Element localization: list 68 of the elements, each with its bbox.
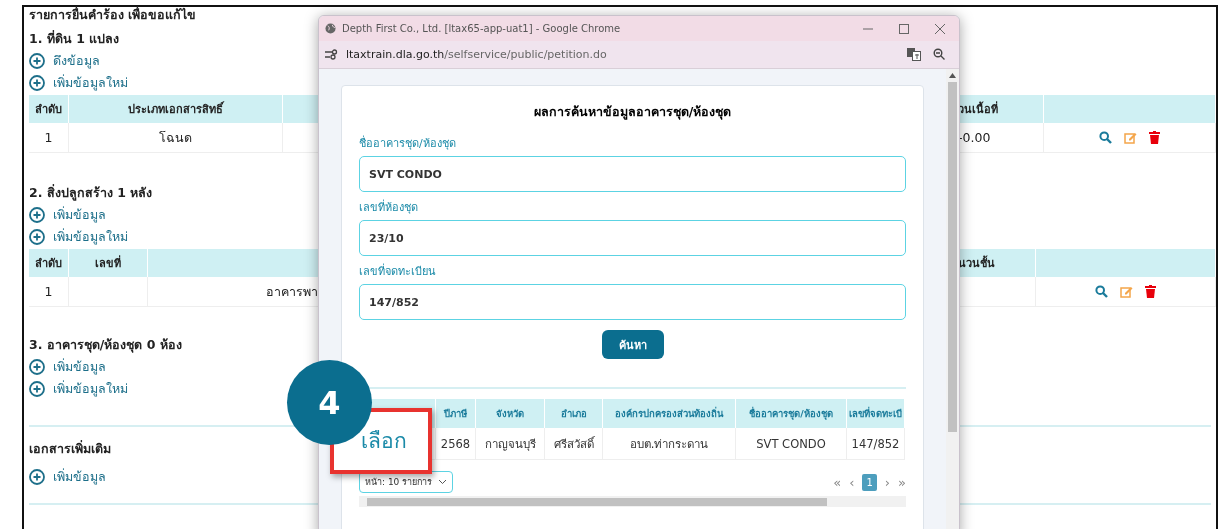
plus-circle-icon (29, 469, 45, 485)
add-link[interactable]: เพิ่มข้อมูลใหม่ (53, 381, 128, 397)
field-label: เลขที่ห้องชุด (359, 198, 418, 216)
column-header: องค์กรปกครองส่วนท้องถิ่น (603, 399, 736, 428)
globe-icon (325, 23, 336, 34)
zoom-icon[interactable] (933, 48, 945, 60)
maximize-icon[interactable] (899, 23, 909, 34)
translate-icon[interactable] (907, 48, 921, 61)
section-title: 3. อาคารชุด/ห้องชุด 0 ห้อง (29, 337, 182, 353)
add-link[interactable]: เพิ่มข้อมูลใหม่ (53, 75, 128, 91)
column-header: ประเภทเอกสารสิทธิ์ (69, 95, 283, 123)
dialog-heading: ผลการค้นหาข้อมูลอาคารชุด/ห้องชุด (532, 103, 733, 122)
plus-circle-icon (29, 75, 45, 91)
column-header: อำเภอ (545, 399, 603, 428)
add-link[interactable]: เพิ่มข้อมูล (53, 359, 106, 375)
select-link[interactable]: เลือก (361, 430, 407, 452)
table-cell: กาญจนบุรี (476, 428, 545, 460)
page-heading: รายการยื่นคำร้อง เพื่อขอแก้ไข (29, 7, 197, 23)
add-link[interactable]: เพิ่มข้อมูลใหม่ (53, 229, 128, 245)
input-field[interactable]: SVT CONDO (359, 156, 906, 192)
section-title: เอกสารเพิ่มเติม (29, 441, 111, 457)
add-link[interactable]: เพิ่มข้อมูล (53, 469, 106, 485)
next-page-link[interactable]: › (884, 474, 891, 490)
section-title: 1. ที่ดิน 1 แปลง (29, 31, 120, 47)
input-field[interactable]: 147/852 (359, 284, 906, 320)
column-header: จังหวัด (476, 399, 545, 428)
field-label: ชื่ออาคารชุด/ห้องชุด (359, 134, 456, 152)
table-cell: 1 (29, 277, 69, 307)
column-header: เลขที่จดทะเบี (847, 399, 905, 428)
vertical-scrollbar[interactable] (946, 69, 959, 529)
trash-icon[interactable] (1145, 285, 1156, 298)
plus-circle-icon (29, 207, 45, 223)
table-cell: 147/852 (847, 428, 905, 460)
search-icon[interactable] (1095, 285, 1108, 298)
table-cell: 1 (29, 123, 69, 153)
table-cell: 2568 (436, 428, 476, 460)
horizontal-scrollbar[interactable] (359, 496, 906, 507)
chevron-down-icon (438, 479, 448, 485)
add-link[interactable]: เพิ่มข้อมูล (53, 207, 106, 223)
field-label: เลขที่จดทะเบียน (359, 262, 436, 280)
plus-circle-icon (29, 53, 45, 69)
column-header: ลำดับ (29, 249, 69, 277)
site-settings-icon[interactable] (325, 49, 338, 60)
column-header: เลขที่ (69, 249, 148, 277)
table-cell: SVT CONDO (736, 428, 847, 460)
table-cell: โฉนด (69, 123, 283, 153)
plus-circle-icon (29, 359, 45, 375)
plus-circle-icon (29, 229, 45, 245)
url-text[interactable]: ltaxtrain.dla.go.th/selfservice/public/petition.do (346, 48, 607, 61)
table-cell: อบต.ท่ากระดาน (603, 428, 736, 460)
search-button[interactable]: ค้นหา (601, 330, 664, 359)
window-title: Depth First Co., Ltd. [ltax65-app-uat1] - Google Chrome (342, 23, 621, 34)
input-field[interactable]: 23/10 (359, 220, 906, 256)
last-page-link[interactable]: » (898, 474, 906, 490)
table-cell: ศรีสวัสดิ์ (545, 428, 603, 460)
section-title: 2. สิ่งปลูกสร้าง 1 หลัง (29, 185, 153, 201)
search-icon[interactable] (1099, 131, 1112, 144)
add-link[interactable]: ดึงข้อมูล (53, 53, 100, 69)
plus-circle-icon (29, 381, 45, 397)
column-header: ชื่ออาคารชุด/ห้องชุด (736, 399, 847, 428)
page-link[interactable]: 1 (862, 473, 877, 491)
column-header: ปีภาษี (436, 399, 476, 428)
column-header: ลำดับ (29, 95, 69, 123)
previous-page-link[interactable]: ‹ (849, 474, 855, 490)
first-page-link[interactable]: « (833, 474, 842, 490)
trash-icon[interactable] (1149, 131, 1160, 144)
close-icon[interactable] (935, 23, 945, 34)
scroll-up-arrow-icon[interactable] (949, 73, 956, 78)
